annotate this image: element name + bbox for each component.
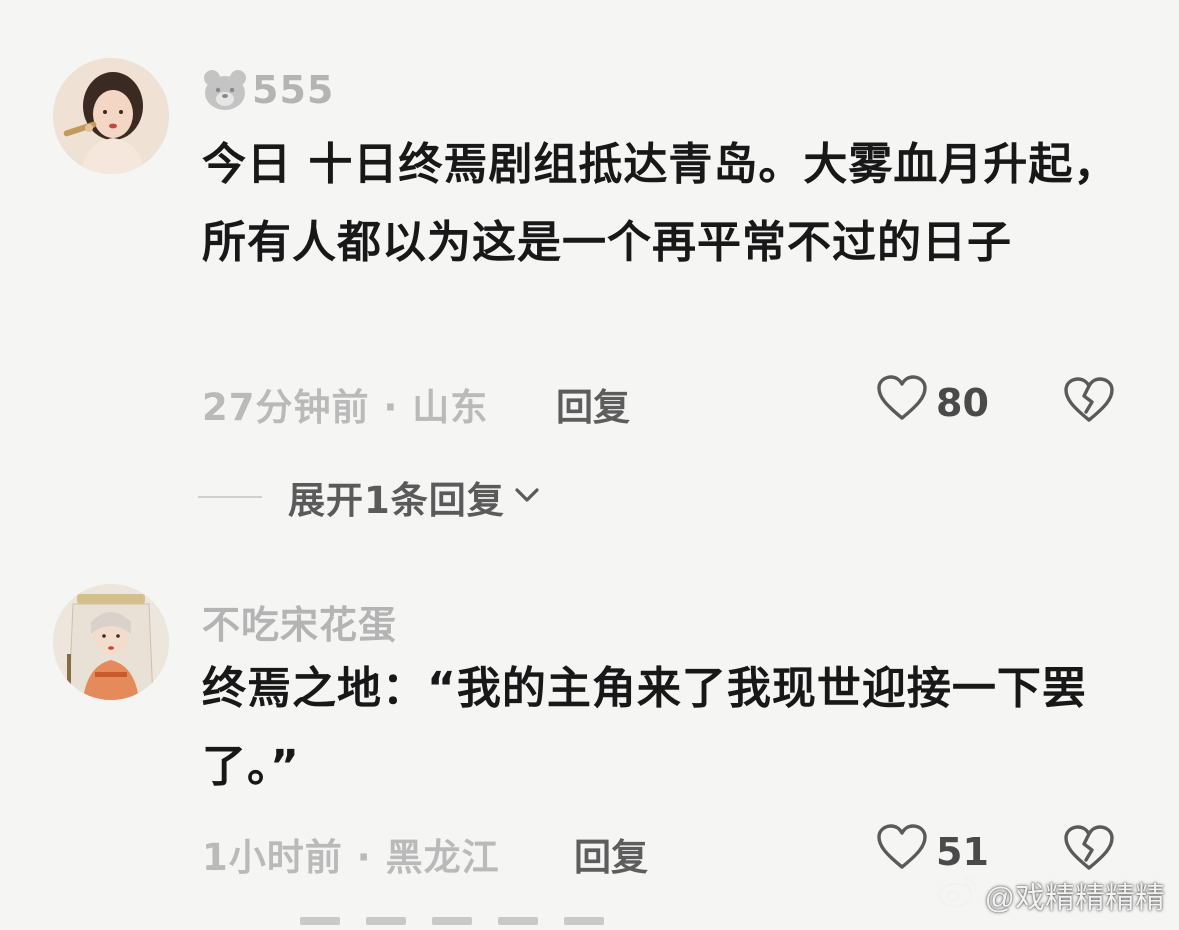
watermark-text: @戏精精精精 <box>984 882 1165 915</box>
expand-replies[interactable]: 展开1条回复 <box>198 470 541 524</box>
watermark: @戏精精精精 <box>935 873 1165 917</box>
username[interactable]: 555 <box>202 68 334 112</box>
broken-heart-icon <box>1063 377 1115 428</box>
username-text: 555 <box>252 68 335 112</box>
username-text: 不吃宋花蛋 <box>202 603 398 647</box>
avatar[interactable] <box>53 584 169 700</box>
next-comment-cutoff <box>300 910 680 930</box>
bear-face-icon <box>202 68 248 112</box>
heart-icon <box>876 374 928 431</box>
like-button[interactable]: 80 <box>876 374 989 431</box>
chevron-down-icon <box>513 485 541 509</box>
heart-icon <box>876 823 928 880</box>
reply-button[interactable]: 回复 <box>556 377 630 431</box>
like-button[interactable]: 51 <box>876 823 989 880</box>
weibo-logo-icon <box>935 873 979 917</box>
comment-text: 今日 十日终焉剧组抵达青岛。大雾血月升起，所有人都以为这是一个再平常不过的日子 <box>202 139 1119 268</box>
divider-line <box>198 496 262 498</box>
dislike-button[interactable] <box>1063 824 1115 876</box>
expand-replies-label: 展开1条回复 <box>288 479 505 522</box>
comment-meta: 1小时前 · 黑龙江 <box>202 836 500 879</box>
username[interactable]: 不吃宋花蛋 <box>202 594 397 649</box>
like-count: 80 <box>936 380 989 425</box>
dislike-button[interactable] <box>1063 376 1115 428</box>
like-count: 51 <box>936 829 989 874</box>
avatar[interactable] <box>53 58 169 174</box>
comment-meta: 27分钟前 · 山东 <box>202 386 489 429</box>
comment-text: 终焉之地：“我的主角来了我现世迎接一下罢了。” <box>202 663 1087 792</box>
reply-button[interactable]: 回复 <box>574 827 648 881</box>
